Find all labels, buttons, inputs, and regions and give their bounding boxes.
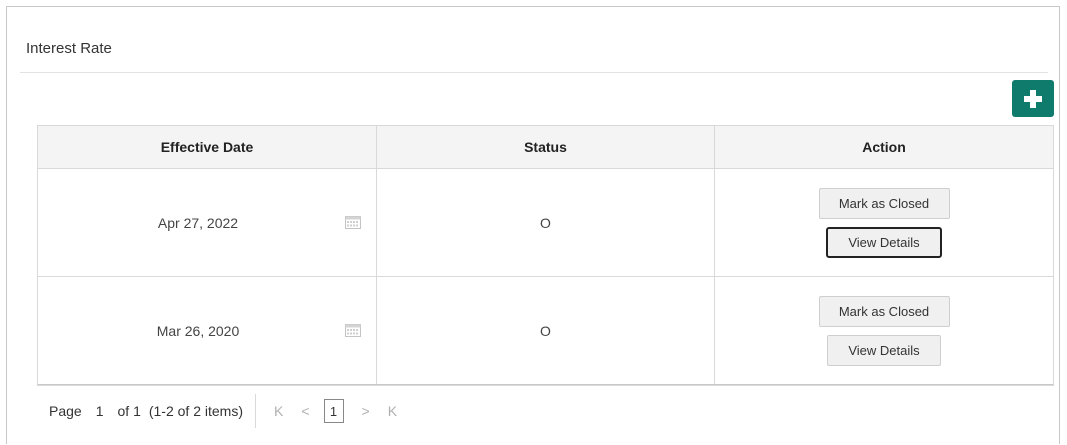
- action-cell: Mark as Closed View Details: [715, 169, 1053, 276]
- pager-divider: [255, 394, 256, 428]
- plus-icon: [1024, 89, 1042, 108]
- effective-date-value: Apr 27, 2022: [157, 214, 239, 231]
- add-interest-rate-button[interactable]: [1012, 80, 1054, 117]
- effective-date-value: Mar 26, 2020: [156, 322, 240, 339]
- effective-date-cell: Apr 27, 2022: [38, 169, 377, 276]
- table-row: Mar 26, 2020 O Mark as Closed View Detai…: [38, 277, 1053, 385]
- view-details-button[interactable]: View Details: [826, 226, 942, 258]
- interest-rate-table: Effective Date Status Action Apr 27, 202…: [37, 125, 1054, 386]
- mark-as-closed-button[interactable]: Mark as Closed: [818, 187, 950, 219]
- effective-date-cell: Mar 26, 2020: [38, 277, 377, 384]
- prev-page-icon[interactable]: <: [301, 403, 309, 419]
- calendar-icon[interactable]: [345, 323, 361, 337]
- column-header-action: Action: [862, 139, 906, 155]
- first-page-icon[interactable]: K: [274, 403, 283, 419]
- status-value: O: [540, 322, 551, 339]
- status-value: O: [540, 214, 551, 231]
- title-divider: [20, 72, 1048, 73]
- status-cell: O: [377, 277, 715, 384]
- column-header-effective-date[interactable]: Effective Date: [38, 126, 377, 168]
- page-number-button[interactable]: 1: [323, 399, 344, 423]
- items-summary: (1-2 of 2 items): [148, 403, 243, 419]
- action-cell: Mark as Closed View Details: [715, 277, 1053, 384]
- panel-title: Interest Rate: [26, 40, 112, 57]
- status-cell: O: [377, 169, 715, 276]
- pagination-bar: Page 1 of 1 (1-2 of 2 items) K < 1 > K: [37, 389, 1054, 433]
- current-page-value[interactable]: 1: [96, 403, 104, 419]
- page-total-label: of 1: [117, 403, 141, 419]
- view-details-button[interactable]: View Details: [827, 334, 941, 366]
- table-header-row: Effective Date Status Action: [38, 126, 1053, 169]
- next-page-icon[interactable]: >: [362, 403, 370, 419]
- last-page-icon[interactable]: K: [388, 403, 397, 419]
- page-label: Page: [49, 403, 82, 419]
- column-header-status[interactable]: Status: [377, 126, 715, 168]
- mark-as-closed-button[interactable]: Mark as Closed: [818, 295, 950, 327]
- table-row: Apr 27, 2022 O Mark as Closed View Detai…: [38, 169, 1053, 277]
- calendar-icon[interactable]: [345, 215, 361, 229]
